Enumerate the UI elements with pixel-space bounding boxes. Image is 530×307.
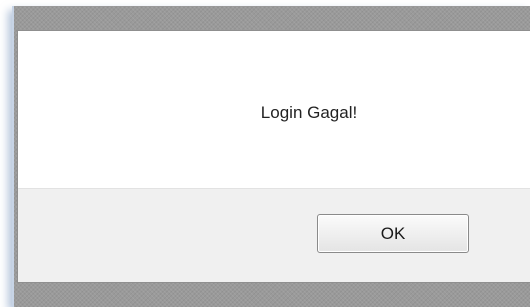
dialog-message-area: Login Gagal! — [18, 31, 530, 188]
dialog-message: Login Gagal! — [260, 103, 358, 122]
alert-dialog: Login Gagal! OK — [17, 30, 530, 283]
dialog-button-bar: OK — [18, 188, 530, 282]
ok-button[interactable]: OK — [317, 214, 469, 253]
